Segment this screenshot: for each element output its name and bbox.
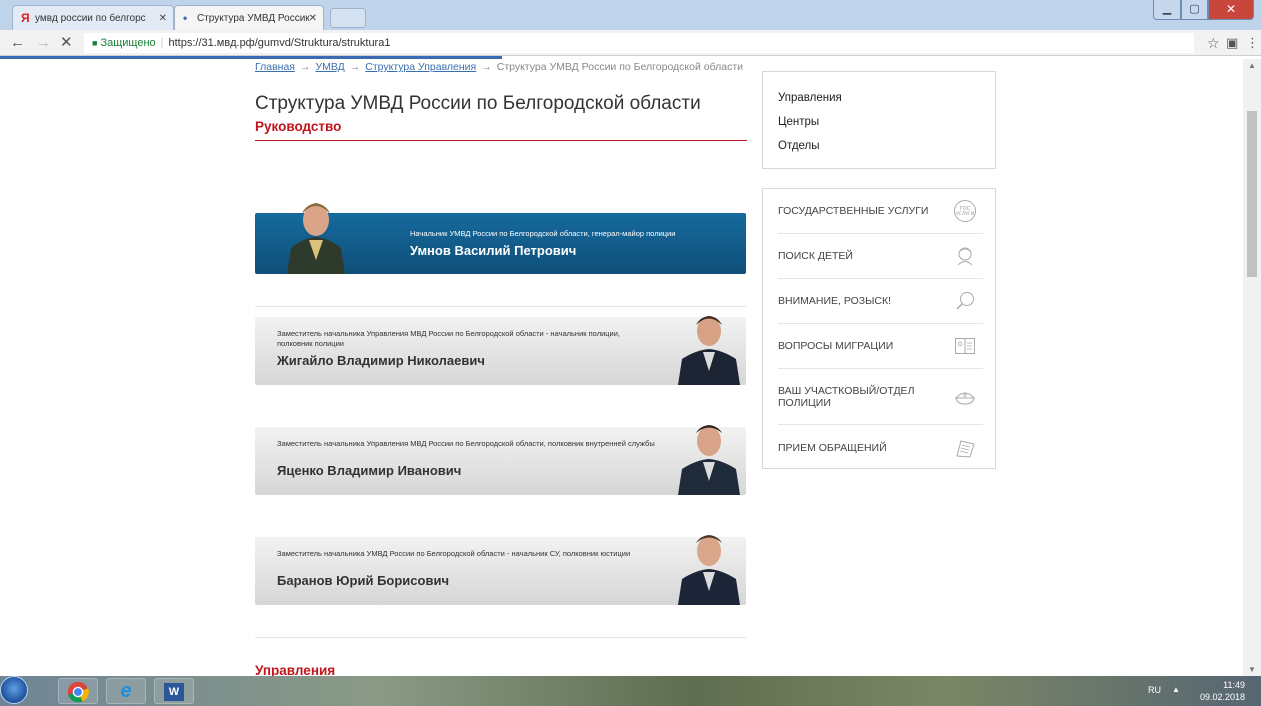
minimize-button[interactable]: ▁ (1153, 0, 1181, 20)
leader-card[interactable]: Заместитель начальника Управления МВД Ро… (255, 316, 746, 385)
service-child-search[interactable]: Поиск детей (778, 234, 983, 279)
maximize-button[interactable]: ▢ (1181, 0, 1208, 20)
services-panel: Государственные услуги гос услуги Поиск … (762, 188, 996, 469)
child-search-icon (957, 247, 973, 266)
browser-toolbar: ← → ✕ ■ Защищено | https://31.мвд.рф/gumvd/… (0, 30, 1261, 56)
start-button[interactable] (0, 676, 28, 704)
tab-label: умвд россии по белгорс (35, 13, 146, 24)
magnifier-icon (956, 292, 974, 310)
page-scrollbar[interactable]: ▲ ▼ (1243, 59, 1261, 676)
leader-position: Заместитель начальника Управления МВД Ро… (277, 329, 621, 348)
back-icon[interactable]: ← (10, 34, 25, 52)
menu-icon[interactable]: ⋮ (1246, 34, 1259, 52)
scrollbar-thumb[interactable] (1247, 111, 1257, 277)
leader-card[interactable]: Начальник УМВД России по Белгородской об… (255, 203, 746, 274)
leader-position: Начальник УМВД России по Белгородской об… (410, 229, 676, 238)
service-label: Внимание, розыск! (778, 295, 892, 307)
star-icon[interactable]: ☆ (1207, 34, 1220, 52)
secure-label: Защищено (100, 37, 156, 49)
divider (255, 306, 746, 307)
scroll-down-icon[interactable]: ▼ (1248, 665, 1256, 674)
language-indicator[interactable]: RU (1148, 685, 1161, 695)
loading-icon: • (183, 11, 188, 25)
windows-taskbar: e W RU ▲ 11:49 09.02.2018 (0, 676, 1261, 706)
service-wanted[interactable]: Внимание, розыск! (778, 279, 983, 324)
extension-icon[interactable]: ▣ (1226, 34, 1238, 52)
service-label: Поиск детей (778, 250, 853, 262)
leader-photo (678, 535, 740, 605)
leader-photo (678, 425, 740, 495)
lock-icon: ■ (92, 38, 98, 48)
service-label: Прием обращений (778, 441, 887, 454)
leader-name: Баранов Юрий Борисович (277, 573, 450, 588)
service-label: Вопросы миграции (778, 340, 894, 352)
scroll-up-icon[interactable]: ▲ (1248, 61, 1256, 70)
maximize-icon: ▢ (1189, 3, 1200, 15)
close-window-button[interactable]: ✕ (1208, 0, 1254, 20)
breadcrumb-link-structure[interactable]: Структура Управления (365, 61, 476, 73)
tray-expand-icon[interactable]: ▲ (1172, 685, 1180, 694)
ie-taskbar-button[interactable]: e (106, 678, 146, 704)
chrome-icon (67, 681, 89, 703)
yandex-icon: Я (21, 11, 30, 25)
passport-icon (955, 338, 975, 354)
leader-position: Заместитель начальника УМВД России по Бе… (277, 549, 631, 558)
breadcrumb-link-umvd[interactable]: УМВД (315, 61, 344, 73)
page-title: Структура УМВД России по Белгородской об… (255, 93, 701, 114)
browser-tabstrip: Я умвд россии по белгорс ✕ • Структура У… (0, 0, 1261, 30)
breadcrumb: Главная → УМВД → Структура Управления → Структ… (255, 61, 744, 73)
minimize-icon: ▁ (1162, 3, 1172, 15)
leader-card[interactable]: Заместитель начальника УМВД России по Бе… (255, 535, 746, 605)
breadcrumb-link-home[interactable]: Главная (255, 61, 295, 73)
menu-item-departments[interactable]: Отделы (778, 137, 995, 161)
tab-search[interactable]: Я умвд россии по белгорс ✕ (12, 5, 174, 30)
leader-position: Заместитель начальника Управления МВД Ро… (277, 439, 655, 448)
leader-photo (287, 203, 345, 274)
menu-item-centers[interactable]: Центры (778, 113, 995, 137)
url-text: https://31.мвд.рф/gumvd/Struktura/strukt… (168, 37, 391, 49)
documents-icon (956, 439, 975, 458)
section-title: Руководство (255, 119, 342, 134)
ie-icon: e (120, 680, 132, 702)
gosuslugi-icon: гос услуги (954, 200, 976, 222)
structure-menu: Управления Центры Отделы (762, 71, 996, 169)
police-cap-icon (954, 392, 976, 405)
leader-name: Яценко Владимир Иванович (277, 463, 462, 478)
breadcrumb-current: Структура УМВД России по Белгородской об… (496, 61, 744, 73)
svg-text:услуги: услуги (956, 211, 974, 217)
leader-card[interactable]: Заместитель начальника Управления МВД Ро… (255, 425, 746, 495)
service-migration[interactable]: Вопросы миграции (778, 324, 983, 369)
word-taskbar-button[interactable]: W (154, 678, 194, 704)
address-bar[interactable]: ■ Защищено | https://31.мвд.рф/gumvd/Strukt… (84, 33, 1194, 53)
leader-name: Жигайло Владимир Николаевич (277, 353, 485, 368)
forward-icon[interactable]: → (36, 34, 51, 52)
clock-time: 11:49 (1223, 680, 1245, 690)
word-icon: W (164, 683, 184, 701)
menu-item-directorates[interactable]: Управления (778, 89, 995, 113)
leader-photo (678, 316, 740, 385)
divider (255, 637, 746, 638)
page-content: Главная → УМВД → Структура Управления → Структ… (0, 59, 1243, 676)
section-title: Управления (255, 663, 336, 676)
section-divider (255, 140, 747, 141)
stop-icon[interactable]: ✕ (60, 34, 73, 52)
service-label: Государственные услуги (778, 205, 929, 217)
tab-structure[interactable]: • Структура УМВД Россик ✕ (174, 5, 324, 30)
service-local-officer[interactable]: Ваш участковый/отдел полиции (778, 369, 983, 425)
service-label: Ваш участковый/отдел полиции (778, 384, 915, 409)
new-tab-button[interactable] (330, 8, 366, 28)
service-appeals[interactable]: Прием обращений (778, 425, 983, 470)
clock-date: 09.02.2018 (1199, 692, 1245, 702)
tab-label: Структура УМВД Россик (197, 13, 310, 24)
close-icon[interactable]: ✕ (309, 6, 317, 30)
chrome-taskbar-button[interactable] (58, 678, 98, 704)
system-clock[interactable]: 11:49 09.02.2018 (1200, 679, 1245, 703)
close-icon[interactable]: ✕ (159, 6, 167, 30)
leader-name: Умнов Василий Петрович (410, 243, 577, 258)
service-gosuslugi[interactable]: Государственные услуги гос услуги (778, 189, 983, 234)
